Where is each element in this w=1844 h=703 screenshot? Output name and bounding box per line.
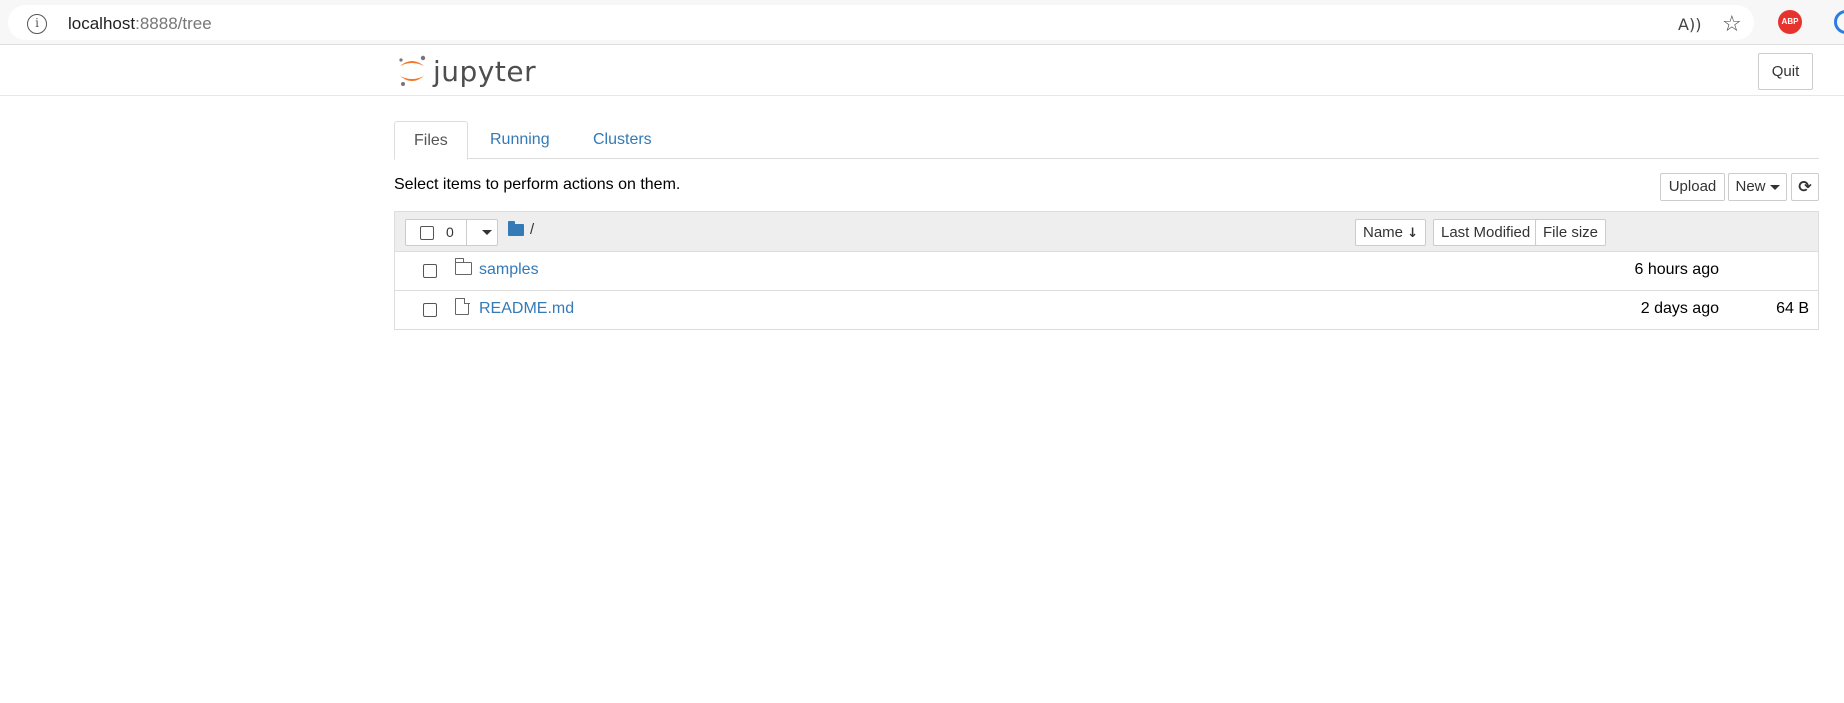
extension-icon[interactable] — [1834, 10, 1844, 34]
folder-icon — [508, 221, 524, 236]
select-all-control: 0 — [405, 219, 498, 246]
select-all-checkbox[interactable] — [420, 226, 434, 240]
item-link[interactable]: samples — [479, 261, 539, 279]
read-aloud-icon[interactable]: A)) — [1678, 15, 1701, 34]
item-checkbox[interactable] — [423, 303, 437, 317]
folder-icon — [454, 258, 472, 275]
tab-bar: Files Running Clusters — [394, 121, 1819, 160]
arrow-down-icon: ↓ — [1407, 226, 1419, 241]
file-icon — [455, 297, 470, 315]
sort-by-modified-button[interactable]: Last Modified — [1433, 219, 1539, 246]
jupyter-logo-icon — [399, 55, 426, 86]
jupyter-logo[interactable]: jupyter — [397, 53, 536, 89]
adblock-extension-icon[interactable]: ABP — [1778, 10, 1802, 34]
refresh-button[interactable]: ⟳ — [1791, 173, 1819, 201]
item-checkbox[interactable] — [423, 264, 437, 278]
list-item[interactable]: README.md 2 days ago 64 B — [395, 291, 1818, 330]
select-menu-chevron-down-icon[interactable] — [482, 230, 492, 235]
item-modified: 2 days ago — [1640, 300, 1719, 317]
breadcrumb-root[interactable]: / — [530, 221, 534, 238]
file-list: 0 / Name ↓ Last Modified File size sampl… — [394, 211, 1819, 330]
instructions-text: Select items to perform actions on them. — [394, 176, 681, 193]
item-size: 64 B — [1776, 300, 1809, 317]
sort-by-name-button[interactable]: Name ↓ — [1355, 219, 1427, 246]
list-header: 0 / Name ↓ Last Modified File size — [395, 212, 1818, 252]
browser-toolbar: i localhost:8888/tree A)) ☆ ABP — [0, 0, 1844, 45]
item-modified: 6 hours ago — [1634, 261, 1719, 278]
sort-name-label: Name — [1363, 224, 1404, 241]
site-info-icon[interactable]: i — [27, 14, 47, 34]
list-item[interactable]: samples 6 hours ago — [395, 252, 1818, 291]
selected-count: 0 — [446, 224, 454, 240]
jupyter-header: jupyter Quit — [0, 46, 1844, 96]
logo-text: jupyter — [433, 54, 537, 88]
tab-clusters[interactable]: Clusters — [574, 121, 671, 159]
url-host: localhost — [68, 14, 136, 33]
url-text[interactable]: localhost:8888/tree — [68, 14, 212, 34]
item-link[interactable]: README.md — [479, 300, 574, 318]
address-bar[interactable]: i localhost:8888/tree A)) ☆ — [8, 5, 1754, 40]
add-favorite-icon[interactable]: ☆ — [1722, 12, 1742, 37]
quit-button[interactable]: Quit — [1758, 53, 1813, 90]
select-all-toggle[interactable]: 0 — [406, 220, 467, 245]
sort-by-size-button[interactable]: File size — [1535, 219, 1607, 246]
chevron-down-icon — [1769, 184, 1780, 190]
tab-running[interactable]: Running — [471, 121, 569, 159]
new-label: New — [1735, 178, 1766, 195]
new-dropdown-button[interactable]: New — [1728, 173, 1787, 201]
upload-button[interactable]: Upload — [1660, 173, 1725, 201]
tab-files[interactable]: Files — [394, 121, 468, 160]
url-path: :8888/tree — [135, 14, 212, 33]
